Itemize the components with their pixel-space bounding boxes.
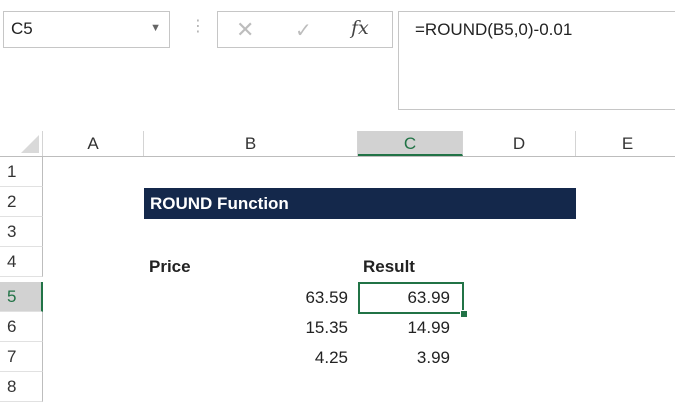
column-header-e[interactable]: E <box>576 131 675 156</box>
column-headers: A B C D E <box>0 131 675 157</box>
row-header-6[interactable]: 6 <box>0 312 43 342</box>
row-header-5[interactable]: 5 <box>0 282 43 312</box>
row-header-3[interactable]: 3 <box>0 217 43 247</box>
formula-text: =ROUND(B5,0)-0.01 <box>415 20 573 39</box>
row-header-1[interactable]: 1 <box>0 157 43 187</box>
formula-buttons: ✕ ✓ fx <box>217 11 393 48</box>
row-header-2[interactable]: 2 <box>0 187 43 217</box>
cell-c7[interactable]: 3.99 <box>358 343 463 373</box>
name-box-value: C5 <box>11 19 33 38</box>
column-header-b[interactable]: B <box>144 131 358 156</box>
select-all-triangle-icon <box>21 135 39 153</box>
cell-b7[interactable]: 4.25 <box>144 343 358 373</box>
column-header-c[interactable]: C <box>358 131 463 156</box>
chevron-down-icon[interactable]: ▼ <box>150 22 161 34</box>
close-icon[interactable]: ✕ <box>236 17 254 43</box>
cell-c5[interactable]: 63.99 <box>358 283 463 313</box>
cell-b4[interactable]: Price <box>144 252 358 282</box>
fx-icon[interactable]: fx <box>351 17 369 39</box>
fill-handle[interactable] <box>460 310 468 318</box>
cell-c6[interactable]: 14.99 <box>358 313 463 343</box>
name-box[interactable]: C5 ▼ <box>3 11 170 48</box>
cell-c4[interactable]: Result <box>358 252 463 282</box>
formula-input[interactable]: =ROUND(B5,0)-0.01 <box>398 11 675 110</box>
select-all-corner[interactable] <box>0 131 43 156</box>
column-header-a[interactable]: A <box>43 131 144 156</box>
vertical-dots-icon[interactable]: ⋮ <box>190 16 206 36</box>
excel-window: C5 ▼ ⋮ ✕ ✓ fx =ROUND(B5,0)-0.01 A B C D … <box>0 0 675 403</box>
cell-b5[interactable]: 63.59 <box>144 283 358 313</box>
row-header-4[interactable]: 4 <box>0 247 43 277</box>
row-header-8[interactable]: 8 <box>0 372 43 402</box>
check-icon[interactable]: ✓ <box>295 18 312 43</box>
row-header-7[interactable]: 7 <box>0 342 43 372</box>
title-band[interactable]: ROUND Function <box>144 188 576 219</box>
column-header-d[interactable]: D <box>463 131 576 156</box>
formula-bar: C5 ▼ ⋮ ✕ ✓ fx =ROUND(B5,0)-0.01 <box>0 0 675 131</box>
cell-b6[interactable]: 15.35 <box>144 313 358 343</box>
cell-b2[interactable]: ROUND Function <box>150 188 289 219</box>
